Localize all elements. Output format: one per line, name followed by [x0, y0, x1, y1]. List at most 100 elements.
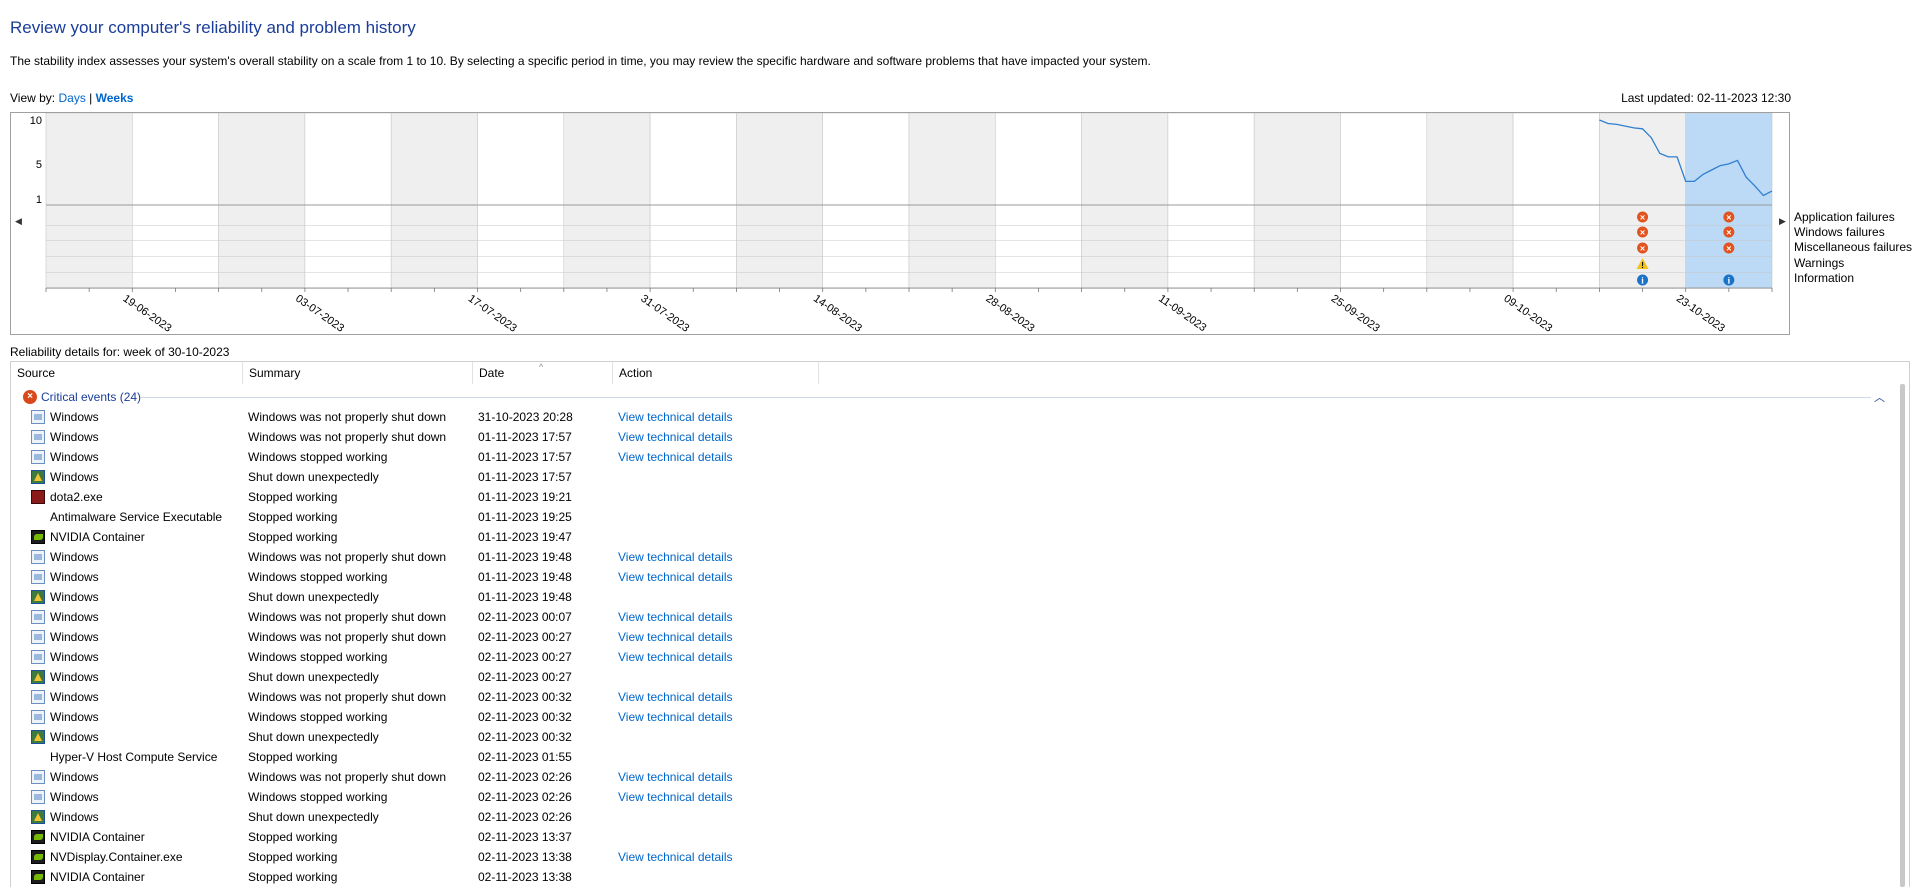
row-source: Windows	[50, 450, 99, 464]
windows-app-icon	[31, 770, 45, 784]
row-date: 02-11-2023 00:27	[478, 630, 572, 644]
view-days-link[interactable]: Days	[58, 91, 85, 105]
row-source: Windows	[50, 470, 99, 484]
view-technical-details-link[interactable]: View technical details	[618, 767, 733, 787]
table-row[interactable]: Windows Windows stopped working 01-11-2023…	[11, 447, 1909, 467]
row-date: 02-11-2023 13:38	[478, 870, 572, 884]
reliability-chart[interactable]: 10 5 1 19-06-2023 03-07-2023 17-07-2023 31-07-…	[10, 112, 1790, 335]
row-summary: Stopped working	[248, 510, 338, 524]
row-source: Antimalware Service Executable	[50, 510, 223, 524]
view-technical-details-link[interactable]: View technical details	[618, 707, 733, 727]
table-row[interactable]: Antimalware Service Executable Stopped wo…	[11, 507, 1909, 527]
windows-app-icon	[31, 630, 45, 644]
table-row[interactable]: Windows Windows stopped working 01-11-2023…	[11, 567, 1909, 587]
table-row[interactable]: Windows Windows was not properly shut dow…	[11, 427, 1909, 447]
table-row[interactable]: Windows Windows was not properly shut dow…	[11, 607, 1909, 627]
view-technical-details-link[interactable]: View technical details	[618, 687, 733, 707]
week-column	[736, 113, 824, 289]
row-summary: Stopped working	[248, 750, 338, 764]
row-source: NVIDIA Container	[50, 870, 145, 884]
table-row[interactable]: NVIDIA Container Stopped working 02-11-202…	[11, 867, 1909, 887]
windows-app-icon	[31, 410, 45, 424]
last-updated: Last updated: 02-11-2023 12:30	[1621, 91, 1791, 105]
week-column	[1340, 113, 1428, 289]
row-summary: Stopped working	[248, 490, 338, 504]
week-column	[563, 113, 651, 289]
shutdown-warning-icon	[31, 590, 45, 604]
row-summary: Windows was not properly shut down	[248, 430, 447, 444]
row-source: Windows	[50, 590, 99, 604]
chart-scroll-left-icon[interactable]: ◀	[15, 216, 22, 227]
table-header: Source Summary Date Action ^	[11, 362, 1909, 384]
row-summary: Shut down unexpectedly	[248, 730, 379, 744]
week-column	[649, 113, 737, 289]
table-row[interactable]: Windows Shut down unexpectedly 02-11-2023 …	[11, 667, 1909, 687]
shutdown-warning-icon	[31, 810, 45, 824]
group-divider	[141, 397, 1871, 398]
error-icon-glyph: ×	[1640, 228, 1645, 238]
table-row[interactable]: Windows Windows stopped working 02-11-2023…	[11, 647, 1909, 667]
windows-app-icon	[31, 550, 45, 564]
row-summary: Stopped working	[248, 850, 338, 864]
critical-events-group[interactable]: × Critical events (24) ︿	[11, 388, 1909, 406]
week-column	[822, 113, 910, 289]
row-summary: Windows was not properly shut down	[248, 410, 447, 424]
row-date: 31-10-2023 20:28	[478, 410, 573, 424]
warning-icon-glyph: !	[1641, 261, 1644, 270]
table-row[interactable]: Windows Windows stopped working 02-11-2023…	[11, 707, 1909, 727]
table-row[interactable]: Windows Windows stopped working 02-11-2023…	[11, 787, 1909, 807]
view-technical-details-link[interactable]: View technical details	[618, 447, 733, 467]
windows-app-icon	[31, 710, 45, 724]
table-row[interactable]: Windows Windows was not properly shut dow…	[11, 687, 1909, 707]
view-technical-details-link[interactable]: View technical details	[618, 567, 733, 587]
row-summary: Shut down unexpectedly	[248, 590, 379, 604]
week-column	[132, 113, 219, 289]
table-row[interactable]: Windows Windows was not properly shut dow…	[11, 767, 1909, 787]
table-row[interactable]: Hyper-V Host Compute Service Stopped work…	[11, 747, 1909, 767]
row-summary: Windows was not properly shut down	[248, 690, 447, 704]
table-row[interactable]: Windows Shut down unexpectedly 01-11-2023 …	[11, 467, 1909, 487]
table-row[interactable]: NVIDIA Container Stopped working 02-11-202…	[11, 827, 1909, 847]
windows-app-icon	[31, 450, 45, 464]
row-source: NVIDIA Container	[50, 530, 145, 544]
row-source: Windows	[50, 410, 99, 424]
view-technical-details-link[interactable]: View technical details	[618, 847, 733, 867]
table-row[interactable]: Windows Windows was not properly shut dow…	[11, 547, 1909, 567]
table-row[interactable]: Windows Shut down unexpectedly 02-11-2023 …	[11, 807, 1909, 827]
table-row[interactable]: NVDisplay.Container.exe Stopped working 02…	[11, 847, 1909, 867]
view-technical-details-link[interactable]: View technical details	[618, 547, 733, 567]
windows-app-icon	[31, 790, 45, 804]
view-technical-details-link[interactable]: View technical details	[618, 607, 733, 627]
windows-app-icon	[31, 690, 45, 704]
row-source: dota2.exe	[50, 490, 103, 504]
row-date: 01-11-2023 17:57	[478, 430, 572, 444]
view-by: View by: Days | Weeks	[10, 91, 133, 105]
chevron-up-icon[interactable]: ︿	[1874, 389, 1885, 405]
row-summary: Windows stopped working	[248, 570, 388, 584]
week-column	[477, 113, 565, 289]
row-summary: Windows stopped working	[248, 790, 388, 804]
row-source: Hyper-V Host Compute Service	[50, 750, 218, 764]
error-icon-glyph: ×	[1640, 213, 1645, 223]
table-row[interactable]: Windows Windows was not properly shut dow…	[11, 627, 1909, 647]
table-row[interactable]: Windows Windows was not properly shut dow…	[11, 407, 1909, 427]
column-header-action[interactable]: Action	[613, 362, 819, 384]
view-technical-details-link[interactable]: View technical details	[618, 787, 733, 807]
column-header-source[interactable]: Source	[11, 362, 243, 384]
row-summary: Windows stopped working	[248, 450, 388, 464]
table-row[interactable]: Windows Shut down unexpectedly 01-11-2023 …	[11, 587, 1909, 607]
view-weeks-link[interactable]: Weeks	[96, 91, 134, 105]
table-row[interactable]: Windows Shut down unexpectedly 02-11-2023 …	[11, 727, 1909, 747]
view-technical-details-link[interactable]: View technical details	[618, 647, 733, 667]
week-column	[390, 113, 478, 289]
view-technical-details-link[interactable]: View technical details	[618, 407, 733, 427]
table-row[interactable]: NVIDIA Container Stopped working 01-11-202…	[11, 527, 1909, 547]
column-header-summary[interactable]: Summary	[243, 362, 473, 384]
view-technical-details-link[interactable]: View technical details	[618, 427, 733, 447]
row-date: 02-11-2023 00:32	[478, 730, 572, 744]
y-tick-label: 5	[36, 159, 42, 171]
x-date-label: 14-08-2023	[811, 293, 864, 335]
chart-scroll-right-icon[interactable]: ▶	[1779, 216, 1786, 227]
view-technical-details-link[interactable]: View technical details	[618, 627, 733, 647]
table-row[interactable]: dota2.exe Stopped working 01-11-2023 19:21	[11, 487, 1909, 507]
